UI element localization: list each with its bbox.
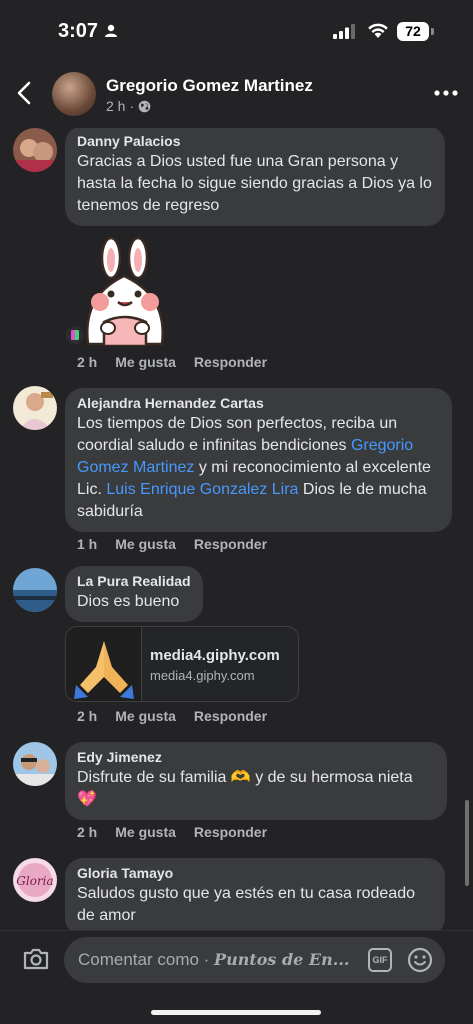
comment-time: 2 h	[77, 708, 98, 724]
page-name: Puntos de En...	[214, 950, 350, 969]
comment-text: Dios es bueno	[77, 593, 180, 610]
wifi-icon	[368, 23, 388, 38]
comment-author[interactable]: Alejandra Hernandez Cartas	[77, 395, 440, 411]
commenter-avatar[interactable]: Gloria	[13, 858, 57, 902]
link-domain: media4.giphy.com	[150, 668, 255, 683]
commenter-avatar[interactable]	[13, 386, 57, 430]
mention-link[interactable]: Luis Enrique Gonzalez Lira	[106, 481, 298, 498]
post-header: Gregorio Gomez Martinez 2 h ·	[0, 64, 473, 128]
reply-button[interactable]: Responder	[194, 354, 267, 370]
post-meta: 2 h ·	[106, 98, 151, 114]
comment-text: Saludos gusto que ya estés en tu casa ro…	[77, 885, 416, 924]
like-button[interactable]: Me gusta	[115, 708, 176, 724]
like-button[interactable]: Me gusta	[115, 536, 176, 552]
bunny-sticker[interactable]	[78, 236, 174, 346]
sticker-icon	[66, 326, 84, 344]
reply-button[interactable]: Responder	[194, 824, 267, 840]
comment-author[interactable]: Edy Jimenez	[77, 749, 435, 765]
person-icon	[105, 24, 117, 37]
chevron-left-icon[interactable]	[14, 80, 36, 106]
link-title: media4.giphy.com	[150, 647, 280, 664]
link-preview-card[interactable]: media4.giphy.com media4.giphy.com	[65, 626, 299, 702]
author-name[interactable]: Gregorio Gomez Martinez	[106, 76, 313, 96]
gif-icon[interactable]: GIF	[368, 948, 392, 972]
reply-button[interactable]: Responder	[194, 536, 267, 552]
like-button[interactable]: Me gusta	[115, 354, 176, 370]
comment-actions: 2 h Me gusta Responder	[77, 708, 267, 724]
meta-separator: ·	[129, 98, 135, 114]
comment-bubble[interactable]: La Pura Realidad Dios es bueno	[65, 566, 203, 622]
comment-author[interactable]: Danny Palacios	[77, 133, 433, 149]
comment-actions: 1 h Me gusta Responder	[77, 536, 267, 552]
comment-time: 2 h	[77, 824, 98, 840]
comment-text: Disfrute de su familia 🫶 y de su hermosa…	[77, 769, 413, 808]
comment-text: Los tiempos de Dios son perfectos, recib…	[77, 413, 440, 523]
commenter-avatar[interactable]	[13, 742, 57, 786]
battery-indicator: 72	[397, 22, 429, 41]
comment-text-part: Los tiempos de Dios son perfectos, recib…	[77, 415, 398, 454]
signal-icon	[333, 24, 355, 39]
status-time: 3:07	[58, 20, 99, 42]
comment-actions: 2 h Me gusta Responder	[77, 824, 267, 840]
more-horizontal-icon[interactable]	[434, 90, 458, 96]
placeholder-prefix: Comentar como ·	[78, 950, 215, 969]
comment-time: 1 h	[77, 536, 98, 552]
comment-bubble[interactable]: Edy Jimenez Disfrute de su familia 🫶 y d…	[65, 742, 447, 820]
commenter-avatar[interactable]	[13, 128, 57, 172]
globe-icon	[138, 100, 151, 112]
comment-author[interactable]: Gloria Tamayo	[77, 865, 433, 881]
comment-time: 2 h	[77, 354, 98, 370]
smile-icon[interactable]	[407, 947, 433, 973]
status-bar: 3:07 72	[0, 0, 473, 62]
praying-hands-icon	[74, 641, 134, 699]
comment-placeholder: Comentar como · Puntos de En...	[78, 950, 349, 970]
home-indicator	[151, 1010, 321, 1015]
comment-input[interactable]: Comentar como · Puntos de En... GIF	[64, 937, 445, 983]
comment-bubble[interactable]: Alejandra Hernandez Cartas Los tiempos d…	[65, 388, 452, 532]
commenter-avatar[interactable]	[13, 568, 57, 612]
scrollbar[interactable]	[465, 800, 469, 886]
comment-author[interactable]: La Pura Realidad	[77, 573, 191, 589]
battery-tip	[431, 28, 434, 35]
camera-icon[interactable]	[22, 947, 50, 971]
comment-actions: 2 h Me gusta Responder	[77, 354, 267, 370]
comment-bubble[interactable]: Danny Palacios Gracias a Dios usted fue …	[65, 128, 445, 226]
comments-list[interactable]: Danny Palacios Gracias a Dios usted fue …	[0, 128, 473, 930]
comment-text: Gracias a Dios usted fue una Gran person…	[77, 153, 432, 214]
like-button[interactable]: Me gusta	[115, 824, 176, 840]
avatar-label: Gloria	[16, 874, 53, 888]
comment-bubble[interactable]: Gloria Tamayo Saludos gusto que ya estés…	[65, 858, 445, 930]
post-time: 2 h	[106, 98, 126, 114]
author-avatar[interactable]	[52, 72, 96, 116]
reply-button[interactable]: Responder	[194, 708, 267, 724]
link-thumbnail	[66, 627, 142, 701]
